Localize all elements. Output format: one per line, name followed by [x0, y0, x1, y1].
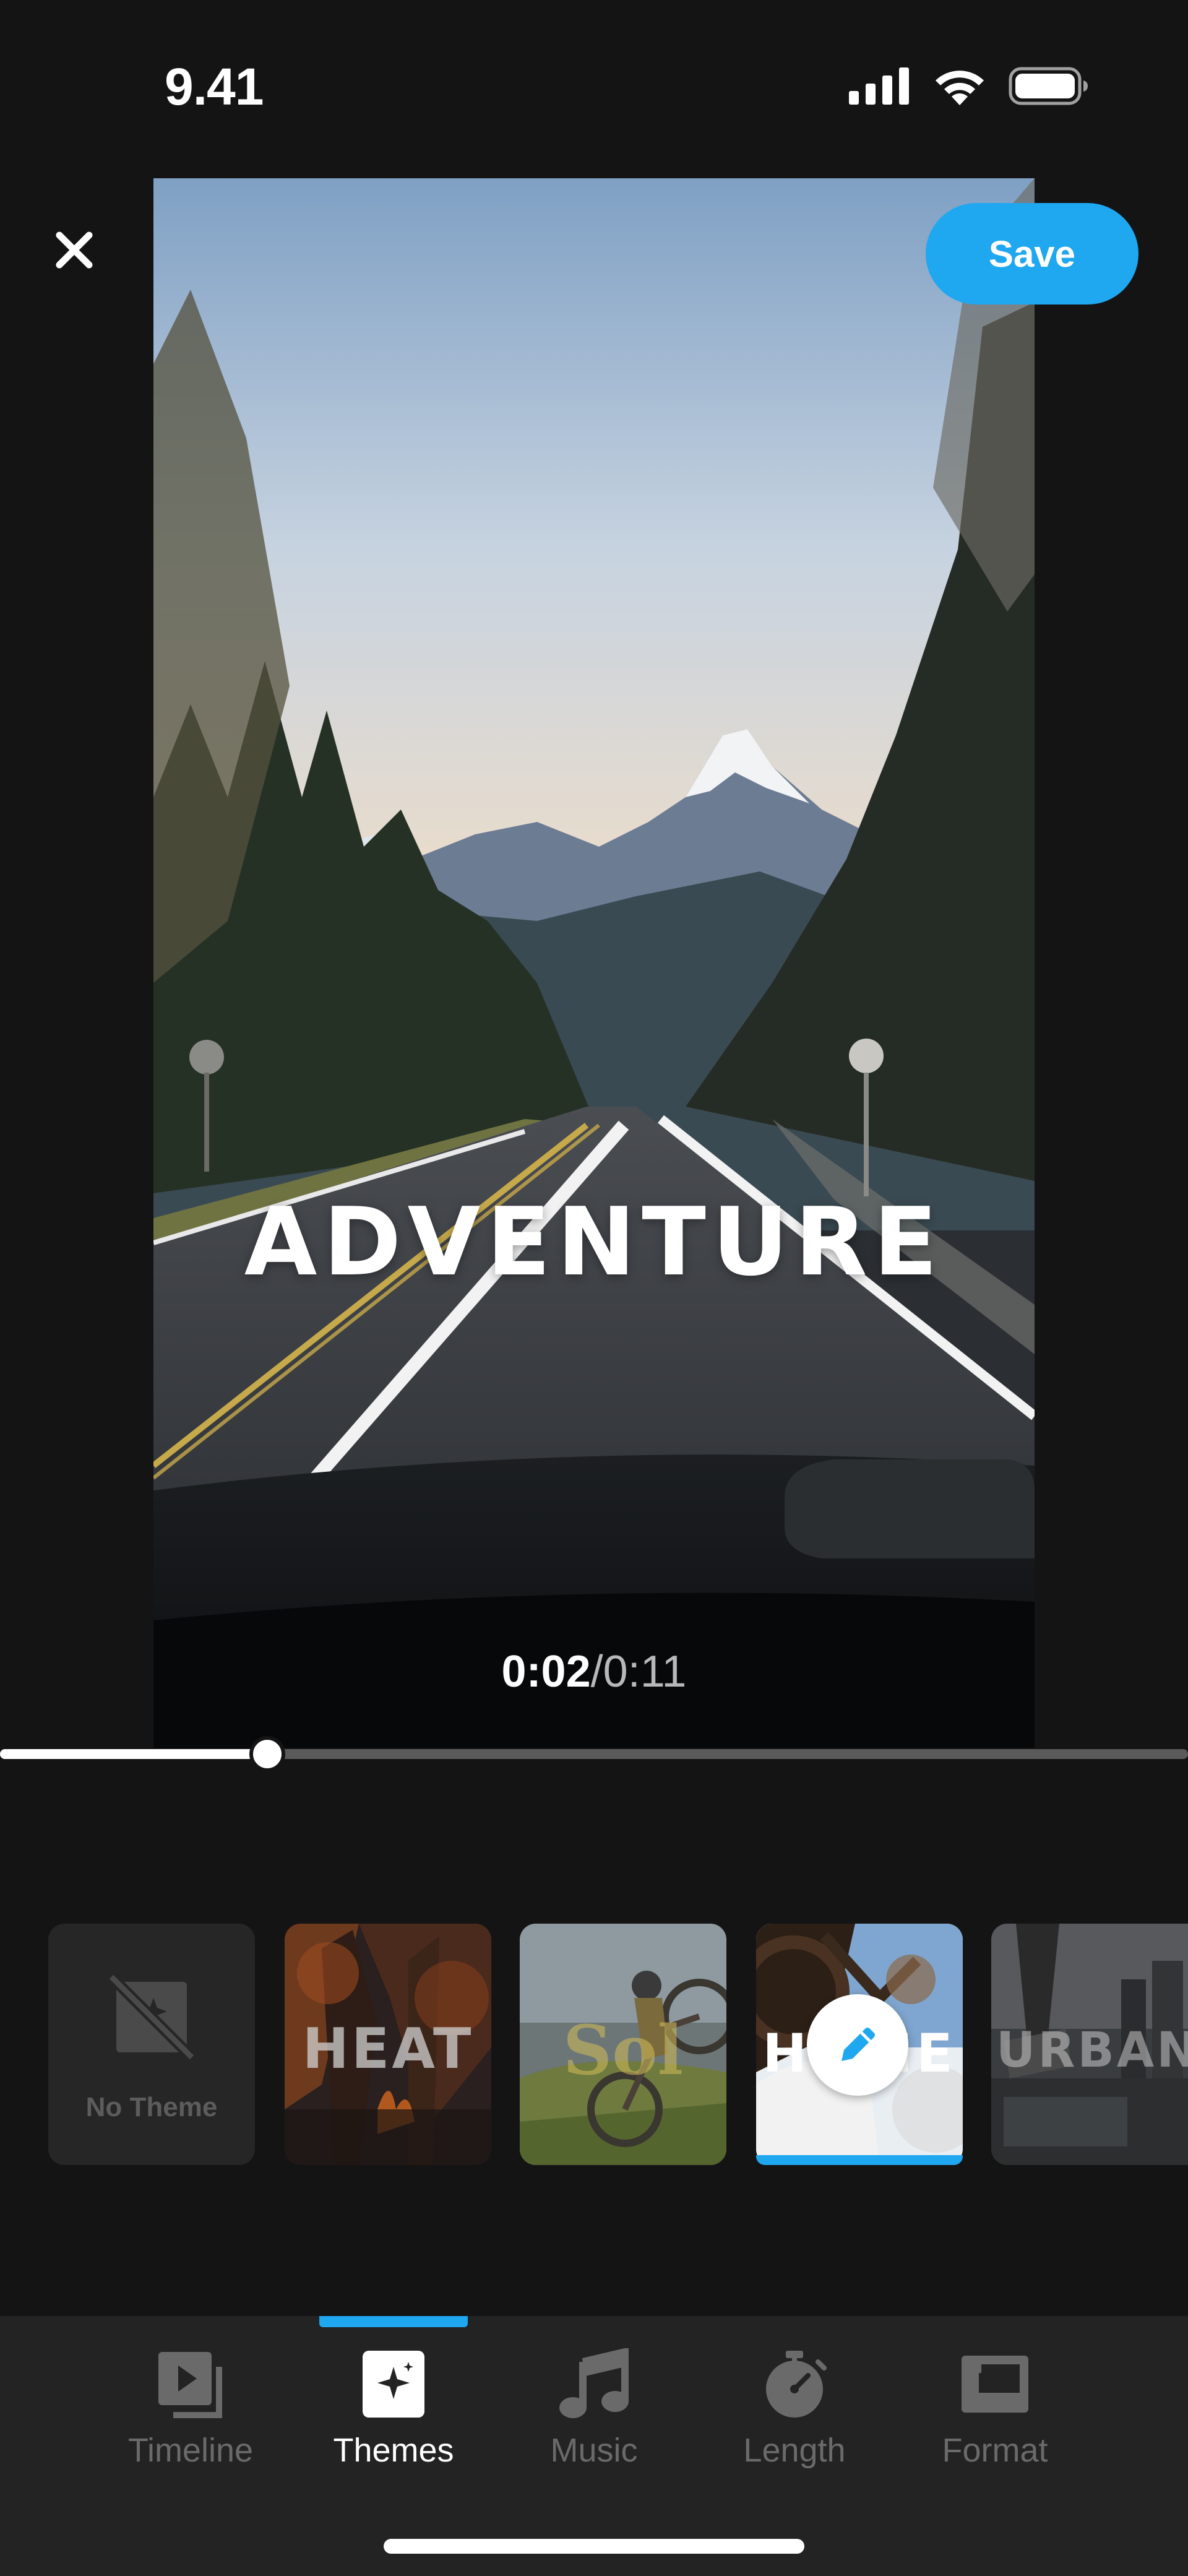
video-preview[interactable]: ADVENTURE 0:02/0:11 — [153, 178, 1035, 1748]
active-tab-indicator — [319, 2316, 468, 2327]
video-frame-image — [153, 178, 1035, 1748]
video-title-overlay: ADVENTURE — [244, 1187, 944, 1297]
tab-length[interactable]: Length — [694, 2346, 895, 2488]
close-icon[interactable] — [51, 227, 98, 274]
edit-theme-button[interactable] — [807, 1994, 908, 2096]
stopwatch-icon — [766, 2351, 827, 2418]
home-indicator[interactable] — [384, 2539, 804, 2554]
theme-tile-heat[interactable]: HEAT — [285, 1924, 491, 2165]
duration: 0:11 — [603, 1647, 687, 1696]
tab-timeline[interactable]: Timeline — [90, 2346, 291, 2488]
scrubber-progress — [0, 1749, 267, 1759]
save-button[interactable]: Save — [926, 203, 1138, 305]
video-timecode: 0:02/0:11 — [153, 1646, 1035, 1697]
cellular-signal-icon — [849, 67, 909, 105]
tab-label: Format — [942, 2432, 1048, 2469]
themes-sparkle-icon — [363, 2351, 424, 2418]
tab-label: Timeline — [127, 2432, 254, 2469]
theme-tile-sol[interactable]: Sol — [520, 1924, 726, 2165]
time-separator: / — [590, 1647, 603, 1696]
theme-label: No Theme — [85, 2092, 218, 2122]
screen: 9.41 ADVENTURE 0:02/0:11 Save No Theme H… — [0, 0, 1188, 2576]
theme-label: HEAT — [302, 2016, 474, 2081]
tab-format[interactable]: Format — [895, 2346, 1095, 2488]
wifi-icon — [936, 71, 984, 105]
theme-label: URBAN — [996, 2023, 1188, 2078]
tab-label: Length — [743, 2432, 846, 2469]
scrubber-handle[interactable] — [249, 1736, 285, 1772]
music-note-icon — [559, 2348, 629, 2418]
pencil-icon — [842, 2028, 875, 2061]
status-time: 9.41 — [165, 58, 264, 116]
tab-label: Music — [550, 2432, 638, 2469]
tab-label: Themes — [333, 2432, 454, 2469]
theme-label: Sol — [562, 2010, 684, 2090]
no-image-icon — [108, 1973, 196, 2061]
status-icons — [849, 67, 1089, 105]
format-icon — [962, 2356, 1028, 2413]
battery-icon — [1009, 67, 1088, 105]
selected-theme-indicator — [756, 2155, 963, 2165]
theme-tile-urban[interactable]: URBAN — [991, 1924, 1188, 2165]
timeline-icon — [158, 2352, 222, 2418]
theme-tile-no-theme[interactable]: No Theme — [48, 1924, 255, 2165]
tab-themes[interactable]: Themes — [293, 2346, 494, 2488]
tab-music[interactable]: Music — [494, 2346, 694, 2488]
current-time: 0:02 — [501, 1647, 591, 1696]
